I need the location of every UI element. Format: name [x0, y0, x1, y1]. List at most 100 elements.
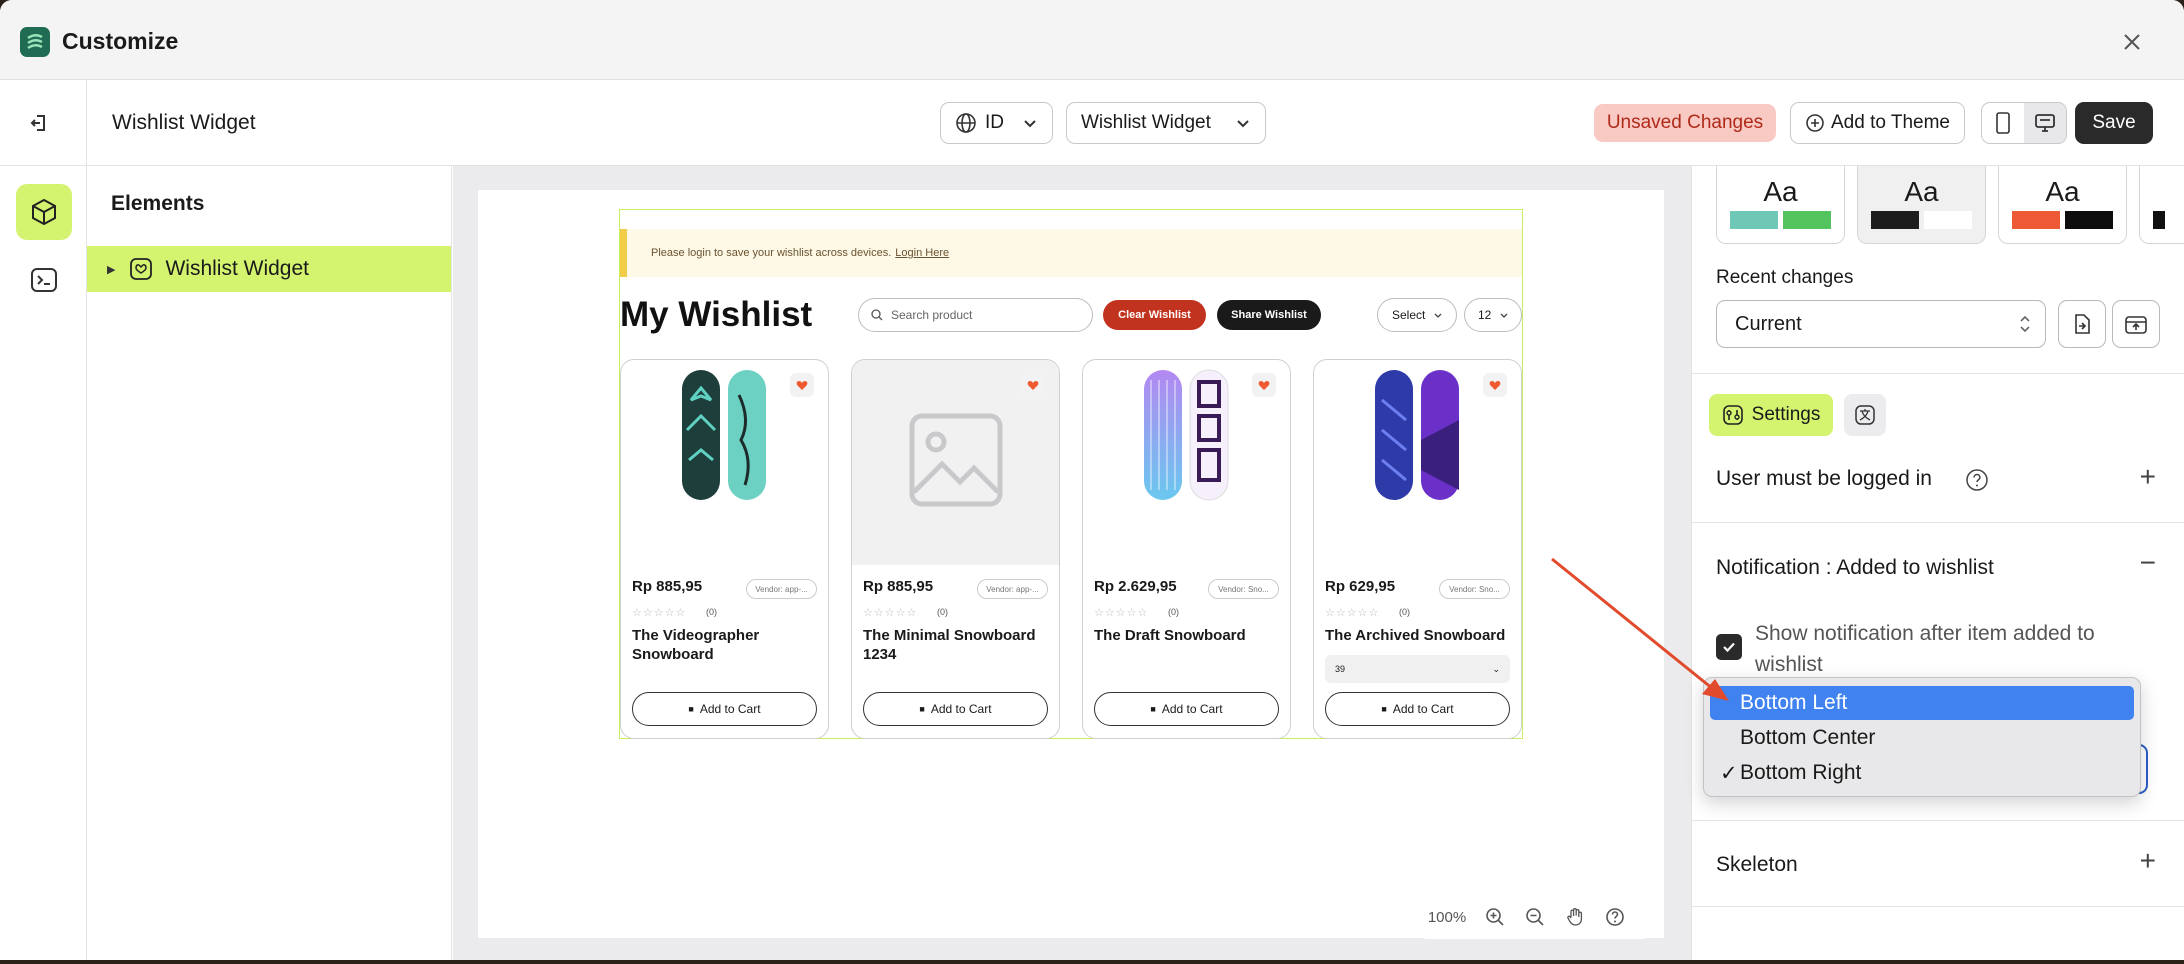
variant-value: 39: [1335, 664, 1346, 674]
template-select[interactable]: Wishlist Widget: [1066, 102, 1266, 144]
product-card[interactable]: Rp 629,95 Vendor: Sno... ☆☆☆☆☆ (0) The A…: [1313, 359, 1522, 739]
layer-item-wishlist-widget[interactable]: ▶ Wishlist Widget: [87, 246, 451, 292]
theme-swatch[interactable]: [2139, 166, 2184, 244]
language-value: ID: [985, 112, 1004, 133]
mobile-view-button[interactable]: [1982, 103, 2024, 143]
translate-icon: [1855, 405, 1875, 425]
theme-swatch[interactable]: Aa: [1998, 166, 2127, 244]
option-bottom-right[interactable]: ✓ Bottom Right: [1710, 756, 2134, 790]
chevron-down-icon: [1024, 120, 1036, 128]
add-to-cart-button[interactable]: ■ Add to Cart: [1094, 692, 1279, 726]
swatch-color: [2065, 211, 2113, 229]
swatch-color: [2012, 211, 2060, 229]
upload-button[interactable]: [2112, 300, 2160, 348]
add-to-cart-button[interactable]: ■ Add to Cart: [1325, 692, 1510, 726]
zoom-in-icon[interactable]: [1475, 907, 1515, 927]
review-count: (0): [1168, 607, 1179, 617]
collapse-minus-icon[interactable]: −: [2140, 549, 2156, 577]
add-to-cart-button[interactable]: ■ Add to Cart: [632, 692, 817, 726]
heart-icon[interactable]: [1483, 373, 1507, 397]
recent-changes-select[interactable]: Current: [1716, 300, 2046, 348]
option-bottom-left[interactable]: Bottom Left: [1710, 686, 2134, 720]
show-notification-checkbox[interactable]: [1716, 634, 1742, 660]
option-label: Bottom Center: [1740, 726, 1876, 749]
help-icon[interactable]: [1965, 468, 1989, 492]
section-logged-in[interactable]: User must be logged in: [1716, 467, 1932, 491]
restore-file-button[interactable]: [2058, 300, 2106, 348]
product-card[interactable]: Rp 885,95 Vendor: app-... ☆☆☆☆☆ (0) The …: [851, 359, 1060, 739]
section-skeleton[interactable]: Skeleton: [1716, 853, 1798, 877]
product-name[interactable]: The Archived Snowboard: [1325, 626, 1515, 645]
chevron-down-icon: [1500, 313, 1508, 318]
tab-settings[interactable]: Settings: [1709, 394, 1833, 436]
save-button[interactable]: Save: [2075, 102, 2153, 144]
rating-stars: ☆☆☆☆☆: [1094, 607, 1149, 619]
per-page-select[interactable]: 12: [1464, 298, 1522, 332]
page-name: Wishlist Widget: [112, 111, 256, 134]
product-name[interactable]: The Minimal Snowboard 1234: [863, 626, 1053, 664]
swatch-color: [1871, 211, 1919, 229]
add-to-theme-button[interactable]: Add to Theme: [1790, 102, 1965, 144]
per-page-value: 12: [1478, 308, 1492, 322]
product-card[interactable]: Rp 885,95 Vendor: app-... ☆☆☆☆☆ (0) The …: [620, 359, 829, 739]
section-notification[interactable]: Notification : Added to wishlist: [1716, 556, 1994, 580]
add-to-cart-button[interactable]: ■ Add to Cart: [863, 692, 1048, 726]
heart-icon[interactable]: [1021, 373, 1045, 397]
file-import-icon: [2075, 314, 2090, 334]
variant-select[interactable]: 39 ⌄: [1325, 655, 1510, 683]
heart-icon[interactable]: [1252, 373, 1276, 397]
login-link[interactable]: Login Here: [895, 247, 949, 259]
preview-canvas: Please login to save your wishlist acros…: [478, 190, 1664, 939]
product-price: Rp 885,95: [863, 578, 934, 595]
theme-swatch[interactable]: Aa: [1716, 166, 1845, 244]
expand-plus-icon[interactable]: +: [2140, 847, 2156, 875]
product-card[interactable]: Rp 2.629,95 Vendor: Sno... ☆☆☆☆☆ (0) The…: [1082, 359, 1291, 739]
language-select[interactable]: ID: [940, 102, 1053, 144]
review-count: (0): [706, 607, 717, 617]
product-price: Rp 2.629,95: [1094, 578, 1177, 595]
sort-select[interactable]: Select: [1377, 298, 1457, 332]
rating-stars: ☆☆☆☆☆: [1325, 607, 1380, 619]
close-icon[interactable]: [2120, 30, 2144, 54]
heart-icon[interactable]: [790, 373, 814, 397]
vendor-badge: Vendor: Sno...: [1439, 579, 1510, 599]
left-rail: [0, 166, 86, 960]
template-value: Wishlist Widget: [1081, 112, 1211, 133]
swatch-sample: Aa: [2045, 176, 2080, 207]
rating-stars: ☆☆☆☆☆: [863, 607, 918, 619]
layers-panel: Elements ▶ Wishlist Widget: [87, 166, 452, 960]
plus-circle-icon: [1806, 114, 1824, 132]
option-bottom-center[interactable]: Bottom Center: [1710, 721, 2134, 755]
add-to-cart-label: Add to Cart: [1392, 702, 1454, 716]
position-dropdown-menu: Bottom Left Bottom Center ✓ Bottom Right: [1703, 677, 2141, 797]
share-wishlist-button[interactable]: Share Wishlist: [1217, 300, 1321, 330]
panel-divider: [1692, 373, 2184, 374]
app-logo-icon: [20, 27, 50, 57]
search-input[interactable]: Search product: [858, 298, 1093, 332]
clear-wishlist-button[interactable]: Clear Wishlist: [1103, 300, 1206, 330]
chevron-down-icon: [1237, 120, 1249, 128]
hand-icon[interactable]: [1555, 907, 1595, 927]
zoom-out-icon[interactable]: [1515, 907, 1555, 927]
expand-plus-icon[interactable]: +: [2140, 463, 2156, 491]
section-divider: [1692, 820, 2184, 821]
elements-rail-button[interactable]: [16, 184, 72, 240]
theme-swatch[interactable]: Aa: [1857, 166, 1986, 244]
code-rail-button[interactable]: [16, 252, 72, 308]
title-bar: Customize: [0, 0, 2184, 80]
vendor-badge: Vendor: app-...: [977, 579, 1048, 599]
expand-caret-icon[interactable]: ▶: [107, 263, 115, 276]
desktop-view-button[interactable]: [2024, 103, 2066, 143]
canvas-area: Please login to save your wishlist acros…: [453, 166, 1691, 960]
wishlist-widget-preview[interactable]: Please login to save your wishlist acros…: [619, 209, 1523, 739]
product-price: Rp 629,95: [1325, 578, 1396, 595]
product-name[interactable]: The Draft Snowboard: [1094, 626, 1284, 645]
tab-settings-label: Settings: [1751, 404, 1821, 425]
unsaved-changes-badge: Unsaved Changes: [1594, 104, 1776, 142]
product-name[interactable]: The Videographer Snowboard: [632, 626, 822, 664]
show-notification-label: Show notification after item added to wi…: [1755, 622, 2095, 676]
help-icon[interactable]: [1595, 907, 1635, 927]
tab-translate[interactable]: [1844, 394, 1886, 436]
exit-icon[interactable]: [24, 108, 54, 138]
recent-changes-label: Recent changes: [1716, 267, 1854, 288]
